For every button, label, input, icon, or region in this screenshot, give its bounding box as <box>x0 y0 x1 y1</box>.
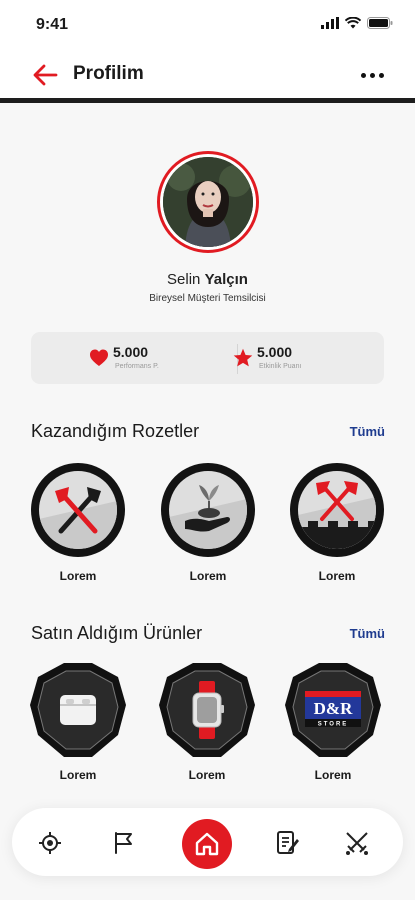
status-icons <box>321 17 393 29</box>
flag-icon <box>115 832 132 854</box>
crossed-axes-icon <box>39 487 117 549</box>
more-dot-icon <box>360 72 366 78</box>
product-item[interactable]: D&R STORE Lorem <box>283 661 383 783</box>
product-label: Lorem <box>188 768 226 782</box>
badge-ring <box>290 463 384 557</box>
product-frame: D&R STORE <box>285 663 381 757</box>
badge-label: Lorem <box>59 569 97 583</box>
badge-item[interactable]: Lorem <box>290 463 384 585</box>
product-frame <box>30 663 126 757</box>
profile-content: Selin Yalçın Bireysel Müşteri Temsilcisi… <box>0 103 415 900</box>
star-icon <box>233 348 253 367</box>
products-section-title: Satın Aldığım Ürünler <box>31 623 203 643</box>
dr-store-logo: D&R STORE <box>305 691 361 728</box>
product-item[interactable]: Lorem <box>157 661 257 783</box>
document-edit-icon <box>277 831 299 854</box>
badge-ring <box>161 463 255 557</box>
avatar[interactable] <box>157 151 259 253</box>
heart-icon <box>90 349 108 366</box>
more-dot-icon <box>369 72 375 78</box>
user-first-name: Selin <box>167 271 201 288</box>
badge-face <box>39 471 117 549</box>
badge-face <box>298 471 376 549</box>
user-name: Selin Yalçın <box>0 271 415 288</box>
badge-ring <box>31 463 125 557</box>
cellular-signal-icon <box>321 17 339 29</box>
badge-item[interactable]: Lorem <box>161 463 255 585</box>
hand-plant-icon <box>169 485 247 549</box>
activity-label: Etkinlik Puanı <box>259 363 302 370</box>
badge-label: Lorem <box>318 569 356 583</box>
user-role: Bireysel Müşteri Temsilcisi <box>149 293 266 304</box>
nav-target-button[interactable] <box>35 828 65 858</box>
app-header: Profilim <box>0 50 415 100</box>
activity-value: 5.000 <box>257 344 293 360</box>
avatar-photo <box>163 157 253 247</box>
performance-label: Performans P. <box>115 363 159 370</box>
target-icon <box>39 832 61 854</box>
arrow-left-icon <box>33 64 58 86</box>
battery-icon <box>367 17 393 29</box>
home-icon <box>195 832 219 856</box>
badges-section-title: Kazandığım Rozetler <box>31 421 200 441</box>
dr-store-logo-sub: STORE <box>318 722 349 728</box>
products-see-all-link[interactable]: Tümü <box>350 626 385 641</box>
product-item[interactable]: Lorem <box>28 661 128 783</box>
more-dot-icon <box>378 72 384 78</box>
product-label: Lorem <box>314 768 352 782</box>
bottom-navigation <box>12 808 403 876</box>
badge-face <box>169 471 247 549</box>
user-last-name: Yalçın <box>204 271 248 288</box>
person-portrait-icon <box>163 157 253 247</box>
badge-label: Lorem <box>189 569 227 583</box>
more-options-button[interactable] <box>357 62 387 88</box>
castle-axes-icon <box>298 481 376 549</box>
nav-document-button[interactable] <box>272 828 302 858</box>
performance-value: 5.000 <box>113 344 149 360</box>
dr-store-logo-text: D&R <box>314 699 353 718</box>
wifi-icon <box>345 17 361 29</box>
nav-home-button[interactable] <box>182 819 232 869</box>
page-title: Profilim <box>73 63 144 84</box>
product-frame <box>159 663 255 757</box>
badge-item[interactable]: Lorem <box>31 463 125 585</box>
stats-card: 5.000 Performans P. 5.000 Etkinlik Puanı <box>31 332 384 384</box>
badges-see-all-link[interactable]: Tümü <box>350 424 385 439</box>
nav-flag-button[interactable] <box>108 828 138 858</box>
status-bar: 9:41 <box>0 0 415 50</box>
earbuds-case-icon <box>60 695 96 725</box>
nav-battle-button[interactable] <box>342 828 372 858</box>
back-button[interactable] <box>30 60 62 90</box>
product-label: Lorem <box>59 768 97 782</box>
crossed-swords-icon <box>346 832 368 855</box>
status-time: 9:41 <box>36 16 69 33</box>
